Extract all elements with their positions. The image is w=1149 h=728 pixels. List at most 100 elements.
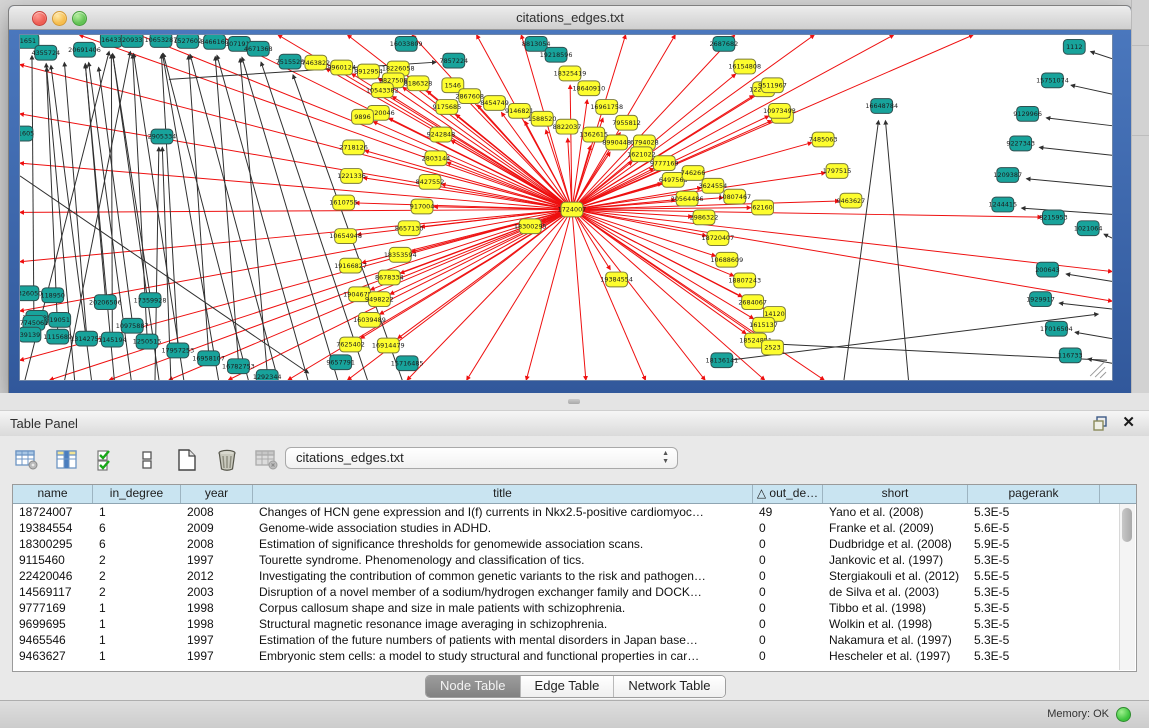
network-node[interactable]: 7955812	[612, 115, 641, 130]
network-node[interactable]: 39139	[20, 327, 41, 342]
splitter-handle[interactable]	[568, 399, 580, 404]
panel-splitter[interactable]	[0, 393, 1149, 410]
network-node[interactable]: 16958107	[192, 351, 225, 366]
network-node[interactable]: 1115689	[43, 329, 72, 344]
canvas-resize-grip[interactable]	[1090, 362, 1106, 378]
column-header-out_de[interactable]: △ out_de…	[753, 485, 823, 503]
window-titlebar[interactable]: citations_edges.txt	[9, 6, 1131, 30]
network-node[interactable]: 7625402	[336, 337, 365, 352]
network-node[interactable]: 16648784	[865, 99, 898, 114]
table-row[interactable]: 1938455462009Genome-wide association stu…	[13, 520, 1136, 536]
network-node[interactable]: 9511967	[758, 78, 787, 93]
row-height-icon[interactable]	[134, 448, 160, 472]
network-node[interactable]: 62160	[752, 200, 774, 215]
network-node[interactable]: 7515526	[276, 54, 305, 69]
network-node[interactable]: 7463822	[302, 55, 331, 70]
network-node[interactable]: 917004	[410, 199, 435, 214]
network-node[interactable]: 1615137	[749, 317, 778, 332]
network-node[interactable]: 10975887	[116, 318, 149, 333]
network-node[interactable]: 16782753	[222, 359, 255, 374]
network-node[interactable]: 8186328	[404, 76, 433, 91]
network-node[interactable]: 1610755	[329, 195, 358, 210]
network-node[interactable]: 2905334	[148, 129, 177, 144]
network-node[interactable]: 17957253	[161, 343, 194, 358]
network-node[interactable]: 18325419	[554, 66, 587, 81]
network-node[interactable]: 1145194	[98, 332, 127, 347]
network-node[interactable]: 9657791	[326, 355, 355, 370]
network-canvas[interactable]: 1651435572420691406164332093310653287152…	[19, 34, 1113, 381]
network-node[interactable]: 8678334	[375, 270, 404, 285]
column-header-in_degree[interactable]: in_degree	[93, 485, 181, 503]
network-node[interactable]: 2803144	[422, 151, 451, 166]
network-node[interactable]: 16039489	[353, 312, 386, 327]
network-node[interactable]: 8822037	[553, 119, 582, 134]
scrollbar-thumb[interactable]	[1122, 508, 1132, 542]
create-table-icon[interactable]	[174, 448, 200, 472]
network-node[interactable]: 9129966	[1013, 106, 1042, 121]
network-node[interactable]: 4671368	[244, 41, 273, 56]
network-node[interactable]: 16433	[100, 35, 122, 47]
network-node[interactable]: 2326050	[20, 286, 42, 301]
network-node[interactable]: 20564486	[671, 191, 704, 206]
network-node[interactable]: 9227343	[1006, 136, 1035, 151]
network-node[interactable]: 9777169	[650, 156, 679, 171]
table-settings-icon[interactable]	[14, 448, 40, 472]
network-node[interactable]: 1527602	[173, 35, 202, 48]
network-node[interactable]: 19166827	[334, 258, 367, 273]
show-columns-icon[interactable]	[54, 448, 80, 472]
network-node[interactable]: 1112	[1063, 39, 1085, 54]
network-node[interactable]: 17016504	[1040, 321, 1073, 336]
network-node[interactable]: 9498222	[365, 292, 394, 307]
network-node[interactable]: 7485063	[809, 132, 838, 147]
delete-trash-icon[interactable]	[214, 448, 240, 472]
network-node[interactable]: 2523	[762, 340, 784, 355]
network-node[interactable]: 9896	[352, 109, 374, 124]
network-node[interactable]: 19384554	[600, 272, 633, 287]
select-columns-icon[interactable]	[94, 448, 120, 472]
network-node[interactable]: 19051	[49, 312, 71, 327]
network-node[interactable]: 9463627	[837, 193, 866, 208]
network-node[interactable]: 10653287	[145, 35, 178, 47]
table-row[interactable]: 2242004622012Investigating the contribut…	[13, 568, 1136, 584]
network-node[interactable]: 20691406	[68, 42, 101, 57]
column-header-title[interactable]: title	[253, 485, 753, 503]
network-node[interactable]: 1797515	[823, 164, 852, 179]
network-node[interactable]: 16033809	[390, 36, 423, 51]
network-node[interactable]: 16154808	[728, 59, 761, 74]
network-graph[interactable]: 1651435572420691406164332093310653287152…	[20, 35, 1112, 380]
tab-node-table[interactable]: Node Table	[426, 676, 521, 697]
network-node[interactable]: 1209387	[993, 168, 1022, 183]
table-row[interactable]: 1872400712008Changes of HCN gene express…	[13, 504, 1136, 520]
column-header-year[interactable]: year	[181, 485, 253, 503]
table-selector-dropdown[interactable]: citations_edges.txt ▲▼	[285, 447, 678, 469]
network-node[interactable]: 118950	[40, 288, 65, 303]
table-row[interactable]: 969969511998Structural magnetic resonanc…	[13, 616, 1136, 632]
network-node[interactable]: 9960124	[327, 60, 356, 75]
network-node[interactable]: 1021064	[1074, 221, 1103, 236]
network-node[interactable]: 8427552	[416, 174, 445, 189]
table-row[interactable]: 1830029562008Estimation of significance …	[13, 536, 1136, 552]
network-node-hub[interactable]: 1724007	[558, 202, 587, 217]
network-node[interactable]: 1244415	[988, 197, 1017, 212]
float-panel-icon[interactable]	[1093, 416, 1109, 431]
network-node[interactable]: 8990448	[602, 135, 631, 150]
network-node[interactable]: 1929917	[1026, 292, 1055, 307]
network-node[interactable]: 200643	[1035, 262, 1060, 277]
network-node[interactable]: 16961758	[590, 100, 623, 115]
network-node[interactable]: 8657130	[395, 221, 424, 236]
network-node[interactable]: 116733	[1058, 348, 1083, 363]
network-node[interactable]: 1292344	[253, 370, 282, 380]
network-node[interactable]: 2687682	[710, 36, 739, 51]
network-node[interactable]: 746266	[681, 166, 706, 181]
network-node[interactable]: 4355724	[31, 45, 60, 60]
column-header-short[interactable]: short	[823, 485, 968, 503]
tab-edge-table[interactable]: Edge Table	[521, 676, 615, 697]
network-node[interactable]: 15751074	[1036, 73, 1069, 88]
network-node[interactable]: 7857224	[440, 53, 469, 68]
table-row[interactable]: 1456911722003Disruption of a novel membe…	[13, 584, 1136, 600]
table-row[interactable]: 946362711997Embryonic stem cells: a mode…	[13, 648, 1136, 664]
network-node[interactable]: 18136141	[705, 353, 738, 368]
network-node[interactable]: 17359928	[134, 293, 167, 308]
network-node[interactable]: 2684067	[738, 295, 767, 310]
network-node[interactable]: 1221336	[337, 169, 366, 184]
